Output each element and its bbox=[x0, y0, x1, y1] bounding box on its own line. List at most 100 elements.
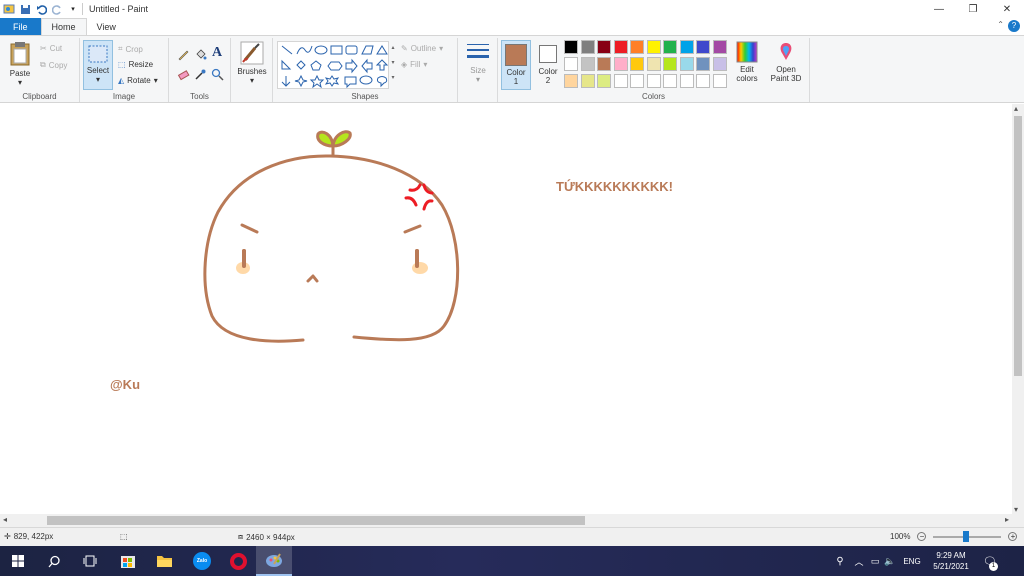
minimize-button[interactable]: — bbox=[922, 0, 956, 18]
select-button[interactable]: Select ▾ bbox=[83, 40, 113, 90]
crop-button[interactable]: ⌗ Crop bbox=[118, 44, 143, 54]
resize-button[interactable]: ⬚ Resize bbox=[118, 60, 153, 69]
scroll-down-icon[interactable]: ▾ bbox=[1014, 505, 1018, 514]
color-picker-icon[interactable] bbox=[194, 68, 207, 81]
task-view-button[interactable] bbox=[72, 546, 108, 576]
paste-dropdown-icon[interactable]: ▾ bbox=[6, 78, 34, 87]
tab-home[interactable]: Home bbox=[40, 18, 87, 35]
fill-button[interactable]: ◈ Fill ▾ bbox=[401, 60, 427, 69]
shapes-gallery[interactable] bbox=[277, 41, 389, 89]
redo-icon[interactable] bbox=[50, 2, 64, 16]
store-app-button[interactable] bbox=[110, 546, 146, 576]
fill-bucket-icon[interactable] bbox=[194, 48, 207, 61]
palette-swatch[interactable] bbox=[597, 40, 611, 54]
collapse-ribbon-icon[interactable]: ⌃ bbox=[997, 20, 1004, 29]
eraser-icon[interactable] bbox=[177, 68, 190, 81]
start-button[interactable] bbox=[0, 546, 36, 576]
palette-swatch[interactable] bbox=[696, 57, 710, 71]
palette-swatch[interactable] bbox=[663, 57, 677, 71]
volume-icon[interactable]: 🔈 bbox=[882, 556, 898, 567]
clock-time: 9:29 AM bbox=[936, 551, 966, 560]
outline-button[interactable]: ✎ Outline ▾ bbox=[401, 44, 443, 53]
zoom-slider[interactable] bbox=[933, 530, 1002, 542]
paint-palette-icon bbox=[266, 553, 282, 567]
save-icon[interactable] bbox=[18, 2, 32, 16]
pencil-icon[interactable] bbox=[177, 48, 190, 61]
palette-swatch[interactable] bbox=[580, 40, 595, 54]
scroll-up-icon[interactable]: ▴ bbox=[1014, 104, 1018, 113]
cut-button[interactable]: ✂ Cut bbox=[40, 44, 62, 53]
palette-swatch[interactable] bbox=[679, 74, 694, 88]
tab-file[interactable]: File bbox=[0, 18, 41, 35]
palette-swatch[interactable] bbox=[679, 40, 694, 54]
palette-swatch[interactable] bbox=[712, 74, 727, 88]
palette-swatch[interactable] bbox=[646, 57, 661, 71]
palette-swatch[interactable] bbox=[580, 57, 595, 71]
palette-swatch[interactable] bbox=[564, 57, 578, 71]
clock[interactable]: 9:29 AM 5/21/2021 bbox=[926, 550, 976, 572]
palette-swatch[interactable] bbox=[712, 57, 727, 71]
color2-button[interactable]: Color 2 bbox=[534, 40, 562, 90]
palette-swatch[interactable] bbox=[696, 74, 710, 88]
show-hidden-icons-icon[interactable]: ︿ bbox=[850, 555, 868, 568]
customize-toolbar-icon[interactable]: ▾ bbox=[66, 2, 80, 16]
file-explorer-button[interactable] bbox=[146, 546, 182, 576]
opera-app-button[interactable] bbox=[220, 546, 256, 576]
palette-swatch[interactable] bbox=[580, 74, 595, 88]
palette-swatch[interactable] bbox=[630, 57, 644, 71]
palette-swatch[interactable] bbox=[613, 74, 628, 88]
search-button[interactable] bbox=[36, 546, 72, 576]
palette-swatch[interactable] bbox=[663, 40, 677, 54]
paint-app-taskbar-button[interactable] bbox=[256, 546, 292, 576]
color1-button[interactable]: Color 1 bbox=[501, 40, 531, 90]
vertical-scroll-thumb[interactable] bbox=[1014, 116, 1022, 376]
copy-button[interactable]: ⧉ Copy bbox=[40, 60, 67, 70]
size-button[interactable]: Size ▾ bbox=[463, 42, 493, 92]
palette-swatch[interactable] bbox=[646, 74, 661, 88]
palette-swatch[interactable] bbox=[630, 74, 644, 88]
zoom-in-icon[interactable]: + bbox=[1008, 532, 1018, 541]
palette-swatch[interactable] bbox=[613, 40, 628, 54]
maximize-button[interactable]: ❐ bbox=[956, 0, 990, 18]
tab-view[interactable]: View bbox=[87, 18, 126, 35]
palette-swatch[interactable] bbox=[564, 40, 578, 54]
zoom-out-icon[interactable]: − bbox=[917, 532, 927, 541]
shapes-scroll[interactable]: ▴ ▾ ▾ bbox=[389, 41, 397, 89]
rotate-button[interactable]: ◭ Rotate ▾ bbox=[118, 76, 158, 85]
palette-swatch[interactable] bbox=[663, 74, 677, 88]
palette-swatch[interactable] bbox=[613, 57, 628, 71]
vertical-scrollbar[interactable]: ▴ ▾ bbox=[1012, 104, 1024, 514]
magnifier-icon[interactable] bbox=[211, 68, 224, 81]
palette-swatch[interactable] bbox=[679, 57, 694, 71]
paint-app-icon[interactable] bbox=[2, 2, 16, 16]
scroll-left-icon[interactable]: ◂ bbox=[3, 515, 7, 524]
select-dropdown-icon[interactable]: ▾ bbox=[84, 75, 112, 84]
palette-swatch[interactable] bbox=[597, 57, 611, 71]
brushes-button[interactable]: Brushes ▾ bbox=[234, 41, 270, 91]
undo-icon[interactable] bbox=[34, 2, 48, 16]
scroll-right-icon[interactable]: ▸ bbox=[1005, 515, 1009, 524]
horizontal-scroll-thumb[interactable] bbox=[47, 516, 585, 525]
edit-colors-button[interactable]: Edit colors bbox=[732, 41, 762, 91]
battery-icon[interactable]: ▭ bbox=[868, 556, 882, 567]
open-paint3d-button[interactable]: Open Paint 3D bbox=[766, 41, 806, 91]
paste-button[interactable]: Paste ▾ bbox=[6, 41, 34, 89]
notifications-button[interactable]: 🗨 1 bbox=[976, 555, 1004, 571]
text-tool-icon[interactable]: A bbox=[212, 45, 222, 61]
palette-swatch[interactable] bbox=[564, 74, 578, 88]
zoom-slider-thumb[interactable] bbox=[963, 530, 970, 542]
language-indicator[interactable]: ENG bbox=[898, 557, 926, 566]
palette-swatch[interactable] bbox=[597, 74, 611, 88]
drawing-canvas[interactable]: TỨKKKKKKKKKK! @Ku bbox=[0, 104, 1012, 514]
palette-swatch[interactable] bbox=[630, 40, 644, 54]
help-icon[interactable]: ? bbox=[1008, 20, 1020, 32]
palette-swatch[interactable] bbox=[696, 40, 710, 54]
people-icon[interactable]: ⚲ bbox=[830, 556, 850, 567]
palette-swatch[interactable] bbox=[646, 40, 661, 54]
close-button[interactable]: ✕ bbox=[990, 0, 1024, 18]
palette-swatch[interactable] bbox=[712, 40, 727, 54]
horizontal-scrollbar[interactable]: ◂ ▸ bbox=[0, 514, 1012, 527]
zalo-app-button[interactable]: Zalo bbox=[184, 546, 220, 576]
tools-group: A Tools bbox=[169, 38, 231, 102]
nose bbox=[306, 274, 319, 283]
